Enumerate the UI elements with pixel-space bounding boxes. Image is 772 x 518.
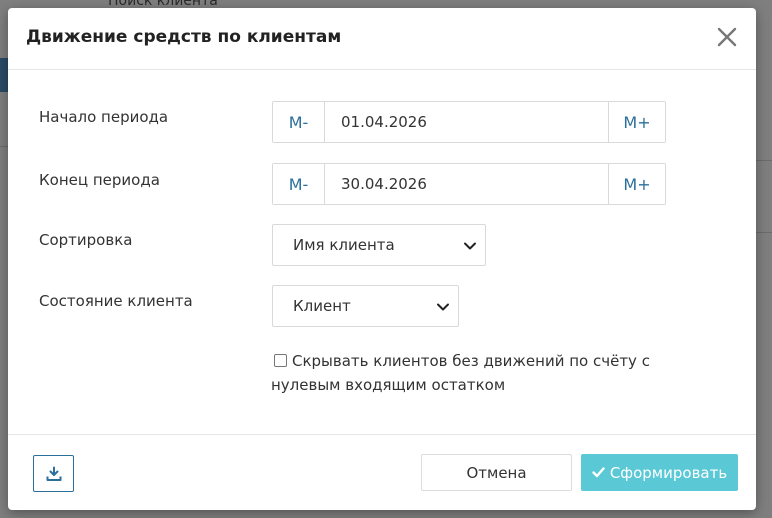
check-icon bbox=[592, 467, 605, 478]
background-nav-strip bbox=[0, 58, 8, 92]
report-modal: Движение средств по клиентам Начало пери… bbox=[8, 8, 756, 510]
period-start-minus-button[interactable]: M- bbox=[273, 102, 325, 142]
cancel-button[interactable]: Отмена bbox=[421, 454, 572, 491]
period-start-input[interactable] bbox=[325, 102, 608, 142]
close-icon bbox=[717, 27, 737, 47]
download-button[interactable] bbox=[33, 455, 74, 492]
period-start-plus-button[interactable]: M+ bbox=[608, 102, 665, 142]
modal-footer: Отмена Сформировать bbox=[8, 434, 756, 510]
period-end-group: M- M+ bbox=[272, 163, 666, 205]
chevron-down-icon bbox=[464, 242, 476, 250]
modal-title: Движение средств по клиентам bbox=[26, 27, 342, 47]
submit-button[interactable]: Сформировать bbox=[581, 454, 738, 491]
sort-select-value: Имя клиента bbox=[293, 236, 395, 254]
modal-header: Движение средств по клиентам bbox=[8, 8, 756, 70]
period-start-group: M- M+ bbox=[272, 101, 666, 143]
client-state-select[interactable]: Клиент bbox=[272, 285, 459, 327]
close-button[interactable] bbox=[716, 26, 738, 48]
background-divider bbox=[756, 232, 772, 233]
hide-clients-label[interactable]: Скрывать клиентов без движений по счёту … bbox=[271, 349, 671, 397]
download-icon bbox=[46, 466, 61, 481]
chevron-down-icon bbox=[437, 303, 449, 311]
period-end-minus-button[interactable]: M- bbox=[273, 164, 325, 204]
client-state-select-value: Клиент bbox=[293, 297, 351, 315]
period-end-label: Конец периода bbox=[39, 171, 160, 189]
period-start-label: Начало периода bbox=[39, 108, 169, 126]
background-divider bbox=[0, 146, 8, 147]
sort-label: Сортировка bbox=[39, 231, 133, 249]
background-divider bbox=[756, 160, 772, 161]
submit-button-label: Сформировать bbox=[609, 463, 728, 482]
client-state-label: Состояние клиента bbox=[39, 292, 193, 310]
period-end-plus-button[interactable]: M+ bbox=[608, 164, 665, 204]
period-end-input[interactable] bbox=[325, 164, 608, 204]
sort-select[interactable]: Имя клиента bbox=[272, 224, 486, 266]
